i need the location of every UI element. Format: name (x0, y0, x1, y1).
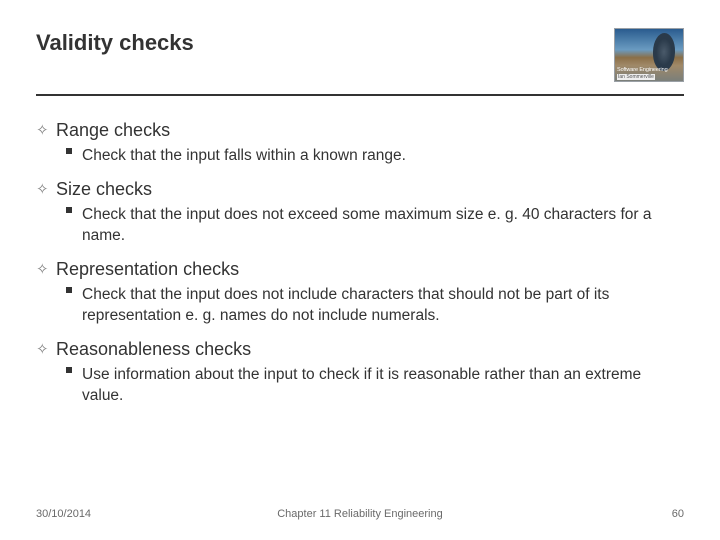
slide: Validity checks Ian Sommerville ✧ Range … (0, 0, 720, 540)
bullet-level-1: ✧ Size checks (36, 179, 684, 201)
bullet-heading: Reasonableness checks (56, 339, 251, 360)
bullet-level-2: Check that the input falls within a know… (36, 146, 676, 167)
bullet-text: Use information about the input to check… (82, 366, 641, 404)
bullet-level-1: ✧ Reasonableness checks (36, 339, 684, 361)
bullet-level-1: ✧ Representation checks (36, 259, 684, 281)
book-cover-image: Ian Sommerville (614, 28, 684, 82)
square-bullet-icon (66, 148, 72, 154)
bullet-level-2: Check that the input does not exceed som… (36, 205, 676, 247)
bullet-heading: Size checks (56, 179, 152, 200)
diamond-bullet-icon: ✧ (36, 339, 54, 361)
square-bullet-icon (66, 287, 72, 293)
bullet-text: Check that the input does not include ch… (82, 286, 609, 324)
footer: 30/10/2014 Chapter 11 Reliability Engine… (36, 508, 684, 520)
diamond-bullet-icon: ✧ (36, 120, 54, 142)
diamond-bullet-icon: ✧ (36, 179, 54, 201)
bullet-text: Check that the input falls within a know… (82, 147, 406, 164)
book-author: Ian Sommerville (617, 74, 655, 80)
title-divider (36, 94, 684, 96)
bullet-level-2: Use information about the input to check… (36, 365, 676, 407)
diamond-bullet-icon: ✧ (36, 259, 54, 281)
bullet-text: Check that the input does not exceed som… (82, 206, 651, 244)
footer-date: 30/10/2014 (36, 508, 91, 520)
footer-chapter: Chapter 11 Reliability Engineering (36, 508, 684, 520)
bullet-level-2: Check that the input does not include ch… (36, 285, 676, 327)
square-bullet-icon (66, 207, 72, 213)
content: ✧ Range checks Check that the input fall… (36, 120, 684, 406)
bullet-level-1: ✧ Range checks (36, 120, 684, 142)
header: Validity checks Ian Sommerville (36, 28, 684, 94)
slide-title: Validity checks (36, 30, 194, 56)
bullet-heading: Representation checks (56, 259, 239, 280)
bullet-heading: Range checks (56, 120, 170, 141)
square-bullet-icon (66, 367, 72, 373)
